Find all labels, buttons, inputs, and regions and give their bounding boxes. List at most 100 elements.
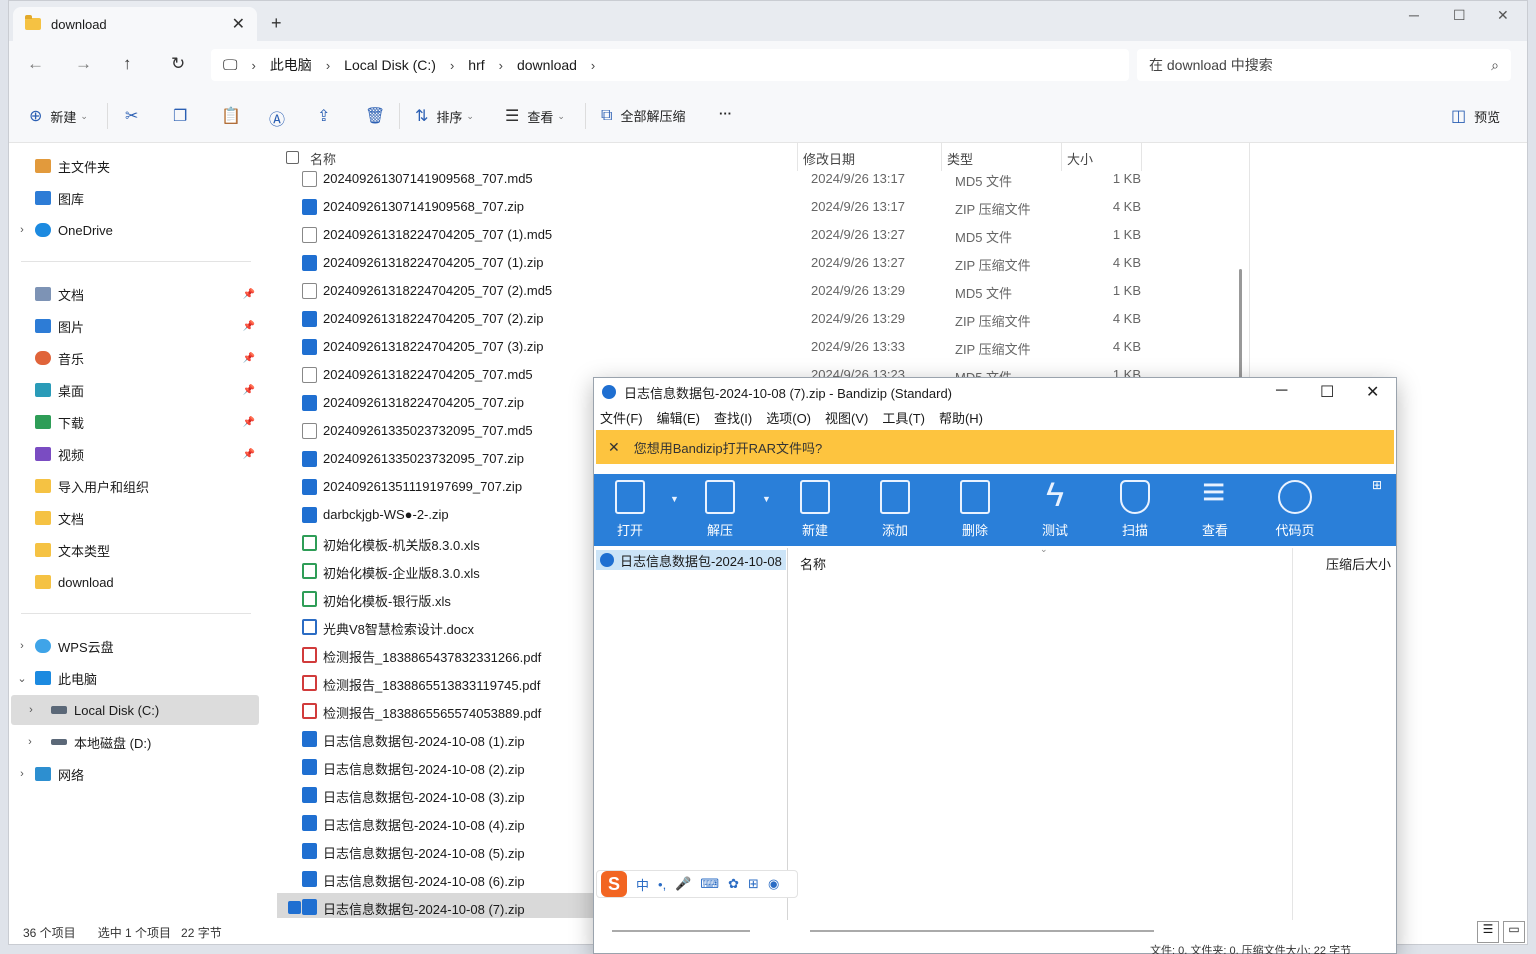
menu-tools[interactable]: 工具(T) [882,408,925,427]
sidebar-item-local-disk-c[interactable]: › Local Disk (C:) [11,695,259,725]
ime-mode-toggle[interactable]: 中 [636,875,649,894]
forward-button[interactable]: → [75,54,92,74]
new-button[interactable]: ⊕ 新建 ⌄ [29,106,88,126]
horizontal-scrollbar[interactable] [612,930,750,932]
breadcrumb-this-pc[interactable]: 此电脑 [270,55,312,75]
close-tab-icon[interactable]: ✕ [232,14,245,34]
cut-button[interactable]: ✂ [125,106,146,126]
sidebar-item-gallery[interactable]: 图库 [9,183,261,213]
open-button[interactable]: 打开 [600,480,660,539]
sidebar-item-this-pc[interactable]: ⌄ 此电脑 [9,663,261,693]
scan-button[interactable]: 扫描 [1105,480,1165,539]
assistant-icon[interactable]: ◉ [768,876,779,892]
preview-button[interactable]: ◫ 预览 [1451,106,1500,126]
file-row[interactable]: 202409261318224704205_707 (2).zip 2024/9/… [273,305,1241,333]
close-window-button[interactable]: ✕ [1497,7,1509,24]
file-row[interactable]: 202409261307141909568_707.zip 2024/9/26 1… [273,193,1241,221]
sidebar-item-music[interactable]: 音乐 📌 [9,343,261,373]
apps-grid-icon[interactable]: ⊞ [748,876,759,892]
grid-icon[interactable]: ⊞ [1372,478,1382,492]
close-window-button[interactable]: ✕ [1366,382,1379,402]
chevron-right-icon[interactable]: › [9,640,35,652]
select-all-checkbox[interactable] [286,151,299,164]
sidebar-item-downloads[interactable]: 下载 📌 [9,407,261,437]
view-button[interactable]: 查看 [1185,470,1245,539]
file-row[interactable]: 202409261318224704205_707 (3).zip 2024/9/… [273,333,1241,361]
chevron-down-icon[interactable]: ▼ [762,494,771,504]
breadcrumb-hrf[interactable]: hrf [468,57,484,73]
column-name[interactable]: 名称 [800,554,826,573]
file-row[interactable]: 日志信息数据包-2024-10-08 (7).zip [277,893,597,918]
file-row[interactable]: 202409261318224704205_707 (1).zip 2024/9/… [273,249,1241,277]
chevron-down-icon[interactable]: ▼ [670,494,679,504]
paste-button[interactable]: 📋 [221,106,249,126]
chevron-right-icon[interactable]: › [9,736,51,748]
file-row[interactable]: 202409261318224704205_707 (1).md5 2024/9/… [273,221,1241,249]
more-options-button[interactable]: ··· [719,106,732,121]
column-packed-size[interactable]: 压缩后大小 [1326,554,1391,573]
archive-root-item[interactable]: 日志信息数据包-2024-10-08 (7 [596,550,786,570]
sidebar-item-documents[interactable]: 文档 📌 [9,279,261,309]
share-button[interactable]: ⇪ [317,106,338,126]
sidebar-item-onedrive[interactable]: › OneDrive [9,215,261,245]
sidebar-item-download[interactable]: download [9,567,261,597]
sidebar-item-wps-cloud[interactable]: › WPS云盘 [9,631,261,661]
minimize-button[interactable]: ─ [1276,382,1287,400]
sogou-logo-icon[interactable]: S [601,871,627,897]
sidebar-item-import-users[interactable]: 导入用户和组织 [9,471,261,501]
up-button[interactable]: ↑ [123,54,132,74]
menu-file[interactable]: 文件(F) [600,408,643,427]
tab-download[interactable]: download ✕ [13,7,257,41]
new-archive-button[interactable]: 新建 [785,480,845,539]
row-checkbox[interactable] [288,901,301,914]
new-tab-button[interactable]: + [271,13,282,34]
menu-options[interactable]: 选项(O) [766,408,811,427]
file-row[interactable]: 202409261307141909568_707.md5 2024/9/26 1… [273,165,1241,193]
sidebar-item-home[interactable]: 主文件夹 [9,151,261,181]
sidebar-item-text-types[interactable]: 文本类型 [9,535,261,565]
microphone-icon[interactable]: 🎤 [675,876,691,892]
test-button[interactable]: 测试 [1025,476,1085,539]
sidebar-item-videos[interactable]: 视频 📌 [9,439,261,469]
sidebar-item-local-disk-d[interactable]: › 本地磁盘 (D:) [9,727,261,757]
horizontal-scrollbar[interactable] [810,930,1154,932]
search-input[interactable]: 在 download 中搜索 ⌕ [1137,49,1511,81]
chevron-down-icon[interactable]: ⌄ [9,672,35,685]
rar-association-banner[interactable]: ✕ 您想用Bandizip打开RAR文件吗? [596,430,1394,464]
minimize-button[interactable]: ─ [1409,7,1419,23]
ime-punctuation-toggle[interactable]: •, [658,877,666,892]
delete-button[interactable]: 🗑 [365,106,393,126]
file-row[interactable]: 202409261318224704205_707 (2).md5 2024/9/… [273,277,1241,305]
extract-all-button[interactable]: ⧉ 全部解压缩 [601,106,685,125]
sidebar-item-docs-folder[interactable]: 文档 [9,503,261,533]
view-button[interactable]: ☰ 查看 ⌄ [505,106,565,126]
close-icon[interactable]: ✕ [608,439,620,456]
delete-button[interactable]: 删除 [945,480,1005,539]
codepage-button[interactable]: 代码页 [1265,480,1325,539]
refresh-button[interactable]: ↻ [171,54,185,74]
add-button[interactable]: 添加 [865,480,925,539]
address-bar[interactable]: 🖵 › 此电脑 › Local Disk (C:) › hrf › downlo… [211,49,1129,81]
rename-button[interactable]: Ⓐ [269,106,293,130]
breadcrumb-local-disk[interactable]: Local Disk (C:) [344,57,436,73]
maximize-button[interactable]: ☐ [1320,382,1334,402]
sort-button[interactable]: ⇅ 排序 ⌄ [415,106,474,126]
maximize-button[interactable]: ☐ [1453,7,1466,24]
menu-view[interactable]: 视图(V) [825,408,868,427]
menu-help[interactable]: 帮助(H) [939,408,983,427]
menu-edit[interactable]: 编辑(E) [657,408,700,427]
details-view-icon[interactable]: ☰ [1477,921,1499,943]
chevron-right-icon[interactable]: › [9,768,35,780]
back-button[interactable]: ← [27,54,44,74]
chevron-right-icon[interactable]: › [9,224,35,236]
tiles-view-icon[interactable]: ▭ [1503,921,1525,943]
menu-find[interactable]: 查找(I) [714,408,752,427]
keyboard-icon[interactable]: ⌨ [700,876,719,892]
breadcrumb-download[interactable]: download [517,57,577,73]
sidebar-item-pictures[interactable]: 图片 📌 [9,311,261,341]
column-divider[interactable] [1292,548,1293,920]
sidebar-item-desktop[interactable]: 桌面 📌 [9,375,261,405]
vertical-scrollbar[interactable] [1239,269,1242,381]
chevron-right-icon[interactable]: › [11,704,51,716]
extract-button[interactable]: 解压 [690,480,750,539]
